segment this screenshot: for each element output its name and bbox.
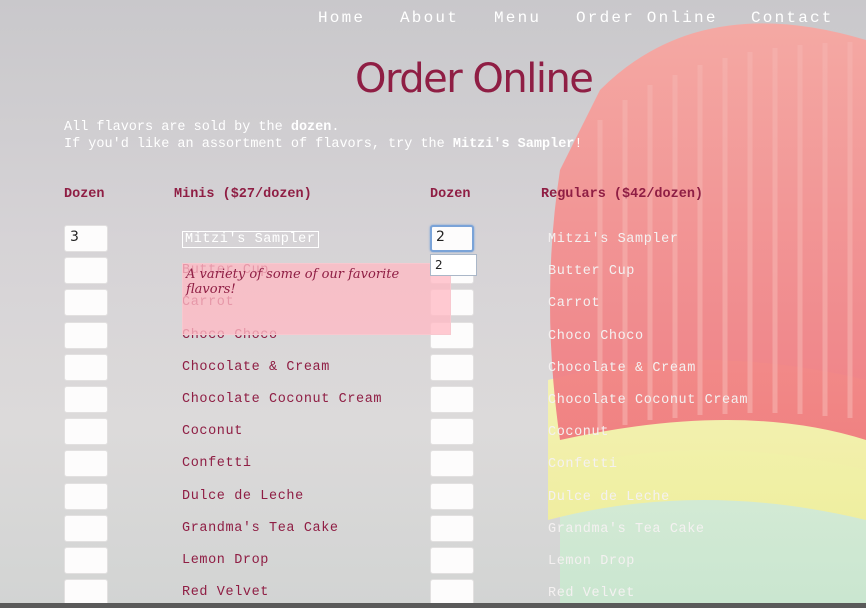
regulars-qty-input[interactable] [430, 547, 474, 574]
minis-dozen-header: Dozen [64, 187, 105, 202]
regulars-qty-input[interactable] [430, 386, 474, 413]
minis-flavor-label: Coconut [182, 424, 243, 440]
regulars-qty-input[interactable] [430, 450, 474, 478]
nav-menu[interactable]: Menu [494, 9, 541, 27]
regulars-flavor-label: Chocolate Coconut Cream [548, 393, 749, 408]
minis-qty-input[interactable] [64, 353, 108, 381]
nav-home[interactable]: Home [318, 9, 365, 27]
minis-qty-input[interactable]: 3 [64, 225, 108, 252]
minis-qty-input[interactable] [64, 482, 108, 510]
minis-qty-input[interactable] [64, 547, 108, 574]
minis-qty-input[interactable] [64, 450, 108, 478]
minis-flavor-label: Dulce de Leche [182, 488, 304, 504]
minis-flavor-label: Chocolate Coconut Cream [182, 392, 383, 407]
regulars-flavor-label: Choco Choco [548, 328, 644, 344]
regulars-flavor-label: Red Velvet [548, 586, 636, 602]
regulars-header: Regulars ($42/dozen) [541, 187, 704, 202]
bottom-scrollbar [0, 603, 866, 608]
autocomplete-suggestion[interactable]: 2 [430, 254, 477, 276]
regulars-flavor-label: Chocolate & Cream [548, 360, 696, 376]
minis-qty-input[interactable] [64, 257, 108, 285]
minis-qty-input[interactable] [64, 514, 108, 542]
nav-about[interactable]: About [400, 9, 459, 27]
minis-flavor-label: Red Velvet [182, 585, 270, 601]
nav-contact[interactable]: Contact [751, 9, 834, 27]
regulars-flavor-label: Mitzi's Sampler [548, 232, 679, 247]
minis-qty-input[interactable] [64, 321, 108, 349]
minis-qty-input[interactable] [64, 289, 108, 317]
regulars-flavor-label: Lemon Drop [548, 554, 636, 569]
minis-flavor-label: Chocolate & Cream [182, 359, 330, 375]
minis-flavor-label: Mitzi's Sampler [182, 231, 319, 248]
minis-qty-input[interactable] [64, 386, 108, 413]
regulars-flavor-label: Confetti [548, 457, 618, 473]
page-title: Order Online [355, 56, 594, 102]
regulars-qty-input[interactable] [430, 353, 474, 381]
minis-flavor-label: Confetti [182, 456, 252, 472]
minis-header: Minis ($27/dozen) [174, 187, 312, 202]
intro-text: All flavors are sold by the dozen. If yo… [64, 120, 583, 152]
regulars-flavor-label: Dulce de Leche [548, 489, 670, 505]
sampler-tooltip: A variety of some of our favorite flavor… [182, 263, 451, 335]
regulars-qty-input[interactable] [430, 418, 474, 446]
regulars-flavor-label: Grandma's Tea Cake [548, 521, 705, 537]
minis-flavor-label: Grandma's Tea Cake [182, 520, 339, 536]
minis-qty-input[interactable] [64, 418, 108, 446]
regulars-flavor-label: Carrot [548, 296, 601, 312]
minis-flavor-label: Lemon Drop [182, 553, 270, 568]
regulars-dozen-header: Dozen [430, 187, 471, 202]
regulars-flavor-label: Butter Cup [548, 264, 636, 280]
regulars-qty-input[interactable] [430, 514, 474, 542]
nav-order-online[interactable]: Order Online [576, 9, 718, 27]
regulars-qty-input[interactable]: 2 [430, 225, 474, 252]
regulars-qty-input[interactable] [430, 482, 474, 510]
regulars-flavor-label: Coconut [548, 425, 609, 441]
